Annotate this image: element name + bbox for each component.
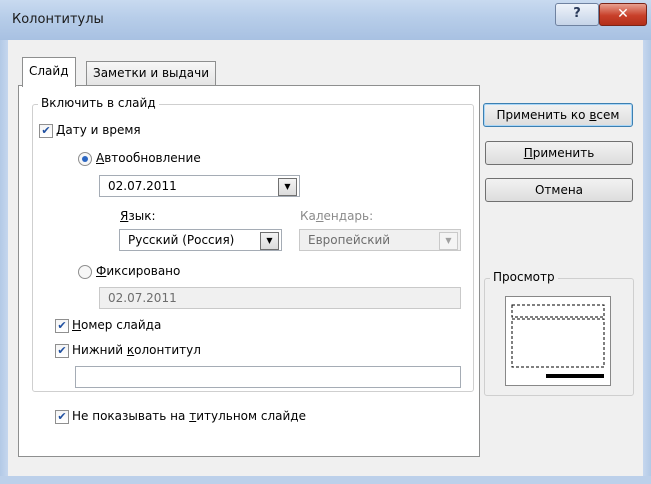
window-frame-bottom: [0, 476, 651, 484]
apply-all-pre: Применить ко: [496, 108, 590, 122]
datetime-label-accel: Д: [56, 123, 66, 137]
calendar-label-pre: Ка: [300, 209, 316, 223]
close-button[interactable]: ✕: [599, 3, 647, 26]
radio-selected-dot: [82, 156, 88, 162]
fixed-label-text: иксировано: [106, 264, 181, 278]
language-value: Русский (Россия): [128, 233, 235, 247]
slide-number-label-accel: Н: [72, 318, 82, 332]
cancel-button[interactable]: Отмена: [485, 178, 633, 202]
calendar-label: Календарь:: [300, 209, 373, 223]
title-slide-label-pre: Не показывать на: [72, 409, 190, 423]
title-slide-label-text: итульном слайде: [196, 409, 306, 423]
language-label-text: зык:: [128, 209, 156, 223]
footer-label-pre: Нижний: [72, 343, 127, 357]
apply-accel: П: [523, 146, 533, 160]
help-button[interactable]: ?: [555, 3, 599, 26]
slide-number-checkbox[interactable]: ✔: [55, 319, 69, 333]
footer-label-text: олонтитул: [134, 343, 201, 357]
apply-button[interactable]: Применить: [485, 141, 633, 165]
language-label: Язык:: [120, 209, 156, 223]
datetime-label-text: ату и время: [65, 123, 141, 137]
calendar-select: Европейский ▼: [299, 229, 461, 251]
auto-update-label[interactable]: Автообновление: [96, 151, 201, 165]
date-format-value: 02.07.2011: [108, 179, 177, 193]
title-slide-checkbox[interactable]: ✔: [55, 410, 69, 424]
calendar-label-accel: л: [315, 209, 324, 223]
window-frame-left: [0, 40, 8, 484]
footer-label[interactable]: Нижний колонтитул: [72, 343, 201, 357]
slide-number-label-text: омер слайда: [81, 318, 162, 332]
calendar-label-text: ендарь:: [323, 209, 374, 223]
language-select[interactable]: Русский (Россия) ▼: [119, 229, 282, 251]
preview-header-placeholder: [511, 304, 605, 318]
auto-update-radio[interactable]: [78, 152, 92, 166]
apply-all-rest: сем: [596, 108, 620, 122]
fixed-date-input: 02.07.2011: [99, 287, 461, 309]
chevron-down-icon: ▼: [439, 232, 458, 250]
footer-text-input[interactable]: [75, 366, 461, 388]
slide-preview-graphic: [511, 304, 605, 378]
preview-legend: Просмотр: [490, 270, 558, 284]
preview-body-placeholder: [511, 318, 605, 368]
date-format-select[interactable]: 02.07.2011 ▼: [99, 175, 300, 197]
fixed-label[interactable]: Фиксировано: [96, 264, 180, 278]
footer-checkbox[interactable]: ✔: [55, 344, 69, 358]
tab-slide[interactable]: Слайд: [22, 57, 76, 87]
datetime-label[interactable]: Дату и время: [56, 123, 141, 137]
tab-notes-handouts[interactable]: Заметки и выдачи: [86, 61, 217, 86]
calendar-value: Европейский: [308, 233, 391, 247]
preview-footer-bar: [546, 374, 604, 378]
datetime-checkbox[interactable]: ✔: [39, 124, 53, 138]
auto-update-label-accel: А: [96, 151, 105, 165]
auto-update-label-text: втообновление: [104, 151, 201, 165]
window-frame-right: [643, 40, 651, 484]
fixed-label-accel: Ф: [96, 264, 107, 278]
fixed-radio[interactable]: [78, 265, 92, 279]
chevron-down-icon[interactable]: ▼: [278, 178, 297, 196]
chevron-down-icon[interactable]: ▼: [260, 232, 279, 250]
slide-preview: [505, 296, 611, 386]
apply-rest: рименить: [532, 146, 595, 160]
slide-number-label[interactable]: Номер слайда: [72, 318, 161, 332]
apply-to-all-button[interactable]: Применить ко всем: [483, 103, 633, 127]
group-legend: Включить в слайд: [38, 96, 159, 110]
title-slide-label[interactable]: Не показывать на титульном слайде: [72, 409, 306, 423]
window-title: Колонтитулы: [12, 12, 104, 27]
